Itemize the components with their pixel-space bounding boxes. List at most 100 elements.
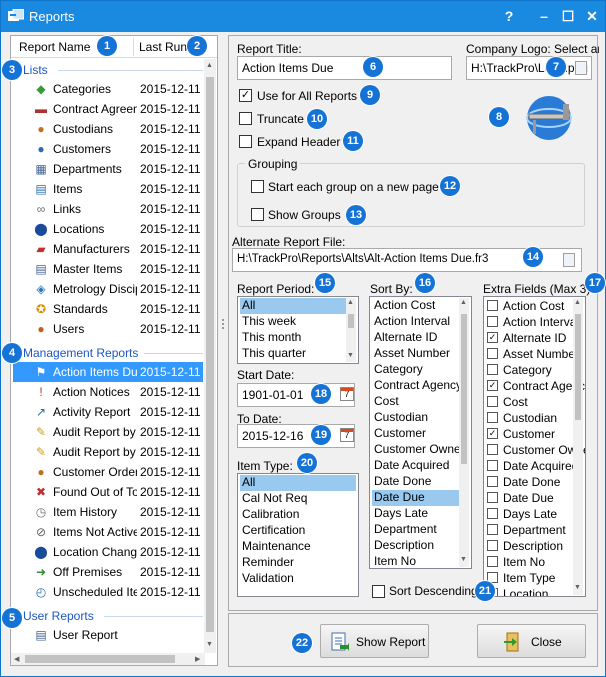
item-type-list[interactable]: All Cal Not Req Calibration Certification Ma… xyxy=(237,473,359,597)
extra-field-option[interactable]: Item Type xyxy=(486,570,573,586)
sort-option[interactable]: Alternate ID xyxy=(372,330,459,346)
scroll-thumb[interactable] xyxy=(25,655,175,663)
sort-option[interactable]: Category xyxy=(372,362,459,378)
browse-logo-icon[interactable] xyxy=(575,61,587,75)
extra-field-checkbox[interactable] xyxy=(487,460,498,471)
extra-field-option[interactable]: Cost xyxy=(486,394,573,410)
report-list-item[interactable]: ▬ Contract Agreements2015-12-11 xyxy=(13,99,203,119)
column-divider[interactable] xyxy=(133,38,134,56)
period-option[interactable]: This month xyxy=(240,330,346,346)
sort-option[interactable]: Custodian xyxy=(372,410,459,426)
show-report-button[interactable]: Show Report xyxy=(320,624,429,658)
report-list-item[interactable]: ∞ Links 2015-12-11 xyxy=(13,199,203,219)
sort-option[interactable]: Customer xyxy=(372,426,459,442)
report-list-item[interactable]: ◷ Item History 2015-12-11 xyxy=(13,502,203,522)
report-list-item[interactable]: ➜ Off Premises 2015-12-11 xyxy=(13,562,203,582)
extra-fields-list[interactable]: Action Cost Action Interval ✓ Alternate ID A… xyxy=(483,296,586,597)
extra-field-option[interactable]: ✓ Contract Agency xyxy=(486,378,585,394)
truncate-checkbox[interactable] xyxy=(239,112,252,125)
report-list-item[interactable]: ✎ Audit Report by Date2015-12-11 xyxy=(13,422,203,442)
start-date-calendar-icon[interactable]: 7 xyxy=(340,387,354,401)
extra-field-checkbox[interactable] xyxy=(487,348,498,359)
extra-field-checkbox[interactable]: ✓ xyxy=(487,428,498,439)
extra-field-checkbox[interactable] xyxy=(487,364,498,375)
sort-option[interactable]: Action Cost xyxy=(372,298,459,314)
scroll-thumb[interactable] xyxy=(206,77,214,632)
extra-field-checkbox[interactable] xyxy=(487,508,498,519)
item-type-option[interactable]: Reminder xyxy=(240,555,356,571)
report-list-item[interactable]: ✖ Found Out of Tolerance2015-12-11 xyxy=(13,482,203,502)
panel-splitter[interactable] xyxy=(220,35,226,665)
extra-field-option[interactable]: ✓ Alternate ID xyxy=(486,330,573,346)
extra-field-checkbox[interactable] xyxy=(487,524,498,535)
sort-option[interactable]: Department xyxy=(372,522,459,538)
sort-option[interactable]: Item No xyxy=(372,554,459,568)
report-list-item[interactable]: ◴ Unscheduled Items2015-12-11 xyxy=(13,582,203,602)
item-type-option[interactable]: Maintenance xyxy=(240,539,356,555)
item-type-option[interactable]: Cal Not Req xyxy=(240,491,356,507)
sort-option[interactable]: Date Due xyxy=(372,490,459,506)
use-all-reports-checkbox[interactable]: ✓ xyxy=(239,89,252,102)
extra-field-option[interactable]: Action Cost xyxy=(486,298,573,314)
extra-field-option[interactable]: Date Done xyxy=(486,474,573,490)
sort-by-list[interactable]: Action Cost Action Interval Alternate ID As… xyxy=(369,296,472,569)
report-list-vscroll[interactable]: ▲ ▼ xyxy=(204,59,216,653)
report-list-item[interactable]: ⚑ Action Items Due 2015-12-11 xyxy=(13,362,203,382)
extra-field-checkbox[interactable] xyxy=(487,556,498,567)
show-groups-checkbox[interactable] xyxy=(251,208,264,221)
extra-field-checkbox[interactable] xyxy=(487,540,498,551)
report-list-item[interactable]: ▤ Items 2015-12-11 xyxy=(13,179,203,199)
browse-alt-file-icon[interactable] xyxy=(563,253,575,267)
period-option[interactable]: This week xyxy=(240,314,346,330)
extra-field-option[interactable]: Asset Number xyxy=(486,346,579,362)
item-type-option[interactable]: All xyxy=(240,475,356,491)
extra-field-option[interactable]: Description xyxy=(486,538,573,554)
sort-option[interactable]: Customer Owner xyxy=(372,442,465,458)
extra-field-option[interactable]: ✓ Customer xyxy=(486,426,573,442)
sort-descending-checkbox[interactable] xyxy=(372,585,385,598)
report-list-hscroll[interactable]: ◀ ▶ xyxy=(11,653,205,665)
extra-field-checkbox[interactable] xyxy=(487,492,498,503)
extra-field-option[interactable]: Custodian xyxy=(486,410,573,426)
report-list-item[interactable]: ▤ Master Items 2015-12-11 xyxy=(13,259,203,279)
extra-field-option[interactable]: Date Due xyxy=(486,490,573,506)
period-option[interactable]: This quarter xyxy=(240,346,346,362)
extra-field-option[interactable]: Action Interval xyxy=(486,314,579,330)
sort-option[interactable]: Days Late xyxy=(372,506,459,522)
extra-field-option[interactable]: Customer Owner xyxy=(486,442,585,458)
company-logo-input[interactable]: H:\TrackPro\Logo.png xyxy=(466,56,592,80)
extra-field-checkbox[interactable]: ✓ xyxy=(487,332,498,343)
close-button[interactable]: Close xyxy=(477,624,586,658)
report-list-item[interactable]: ✎ Audit Report by Item2015-12-11 xyxy=(13,442,203,462)
extra-field-checkbox[interactable] xyxy=(487,316,498,327)
sort-option[interactable]: Date Acquired xyxy=(372,458,459,474)
report-list-item[interactable]: ◆ Categories 2015-12-11 xyxy=(13,79,203,99)
sort-option[interactable]: Cost xyxy=(372,394,459,410)
report-list-item[interactable]: ⬤ Locations 2015-12-11 xyxy=(13,219,203,239)
maximize-button[interactable]: ☐ xyxy=(556,5,580,27)
extra-field-option[interactable]: Date Acquired xyxy=(486,458,578,474)
report-list-item[interactable]: ● Customer Orders 2015-12-11 xyxy=(13,462,203,482)
help-button[interactable]: ? xyxy=(497,5,521,27)
report-list-item[interactable]: ● Custodians 2015-12-11 xyxy=(13,119,203,139)
extra-field-checkbox[interactable] xyxy=(487,396,498,407)
to-date-input[interactable]: 2015-12-16 xyxy=(237,424,355,448)
report-list-item[interactable]: ◈ Metrology Disciplines2015-12-11 xyxy=(13,279,203,299)
column-report-name[interactable]: Report Name xyxy=(19,40,90,54)
extra-field-checkbox[interactable] xyxy=(487,300,498,311)
report-list-item[interactable]: ↗ Activity Report 2015-12-11 xyxy=(13,402,203,422)
minimize-button[interactable]: – xyxy=(532,5,556,27)
report-list-item[interactable]: ● Customers 2015-12-11 xyxy=(13,139,203,159)
report-list-item[interactable]: ● Users 2015-12-11 xyxy=(13,319,203,339)
sort-option[interactable]: Contract Agency xyxy=(372,378,462,394)
report-list-item[interactable]: ✪ Standards 2015-12-11 xyxy=(13,299,203,319)
report-list-item[interactable]: ⊘ Items Not Active 2015-12-11 xyxy=(13,522,203,542)
extra-field-option[interactable]: Department xyxy=(486,522,573,538)
to-date-calendar-icon[interactable]: 7 xyxy=(340,428,354,442)
item-type-option[interactable]: Validation xyxy=(240,571,356,587)
item-type-option[interactable]: Calibration xyxy=(240,507,356,523)
extra-field-option[interactable]: Location xyxy=(486,586,573,596)
sort-option[interactable]: Date Done xyxy=(372,474,459,490)
report-list-item[interactable]: ⬤ Location Changes2015-12-11 xyxy=(13,542,203,562)
extra-field-option[interactable]: Category xyxy=(486,362,573,378)
